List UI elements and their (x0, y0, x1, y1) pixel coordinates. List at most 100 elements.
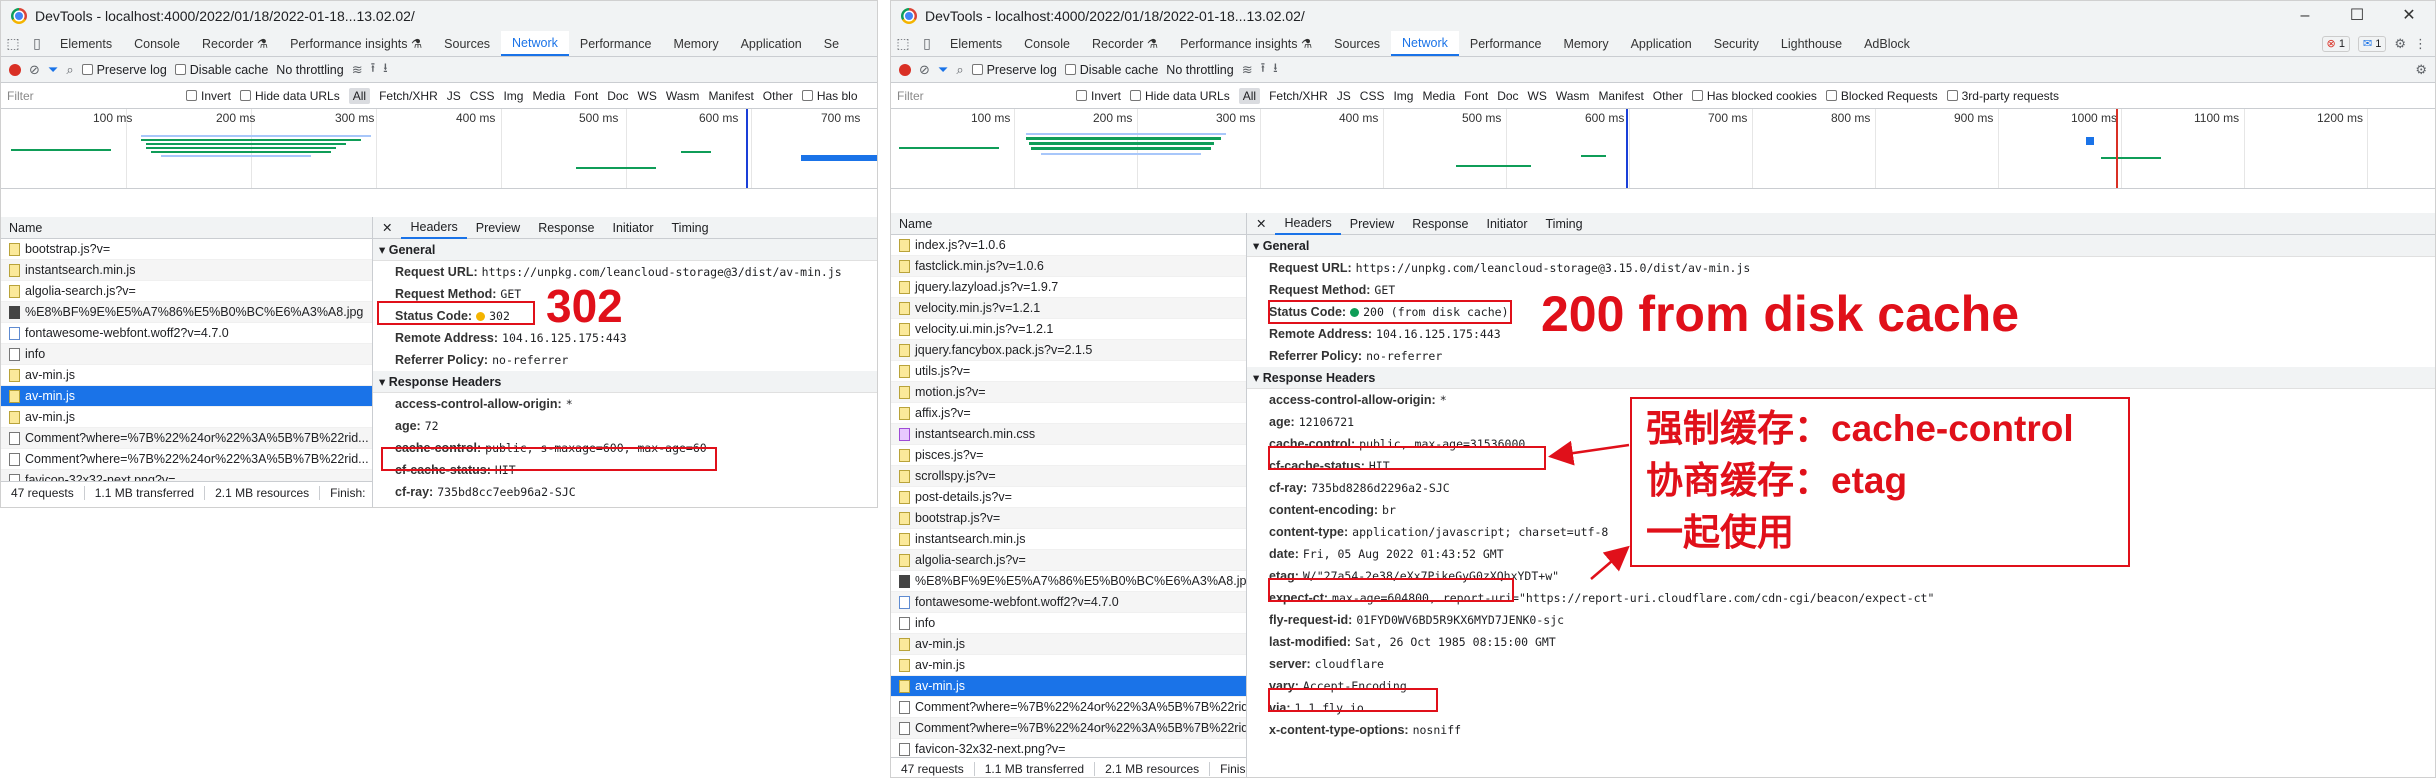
type-filter-doc[interactable]: Doc (607, 89, 628, 103)
name-column-header[interactable]: Name (891, 213, 1246, 235)
hide-data-urls-checkbox[interactable]: Hide data URLs (1130, 89, 1230, 103)
has-blocked-checkbox[interactable]: Has blo (801, 89, 858, 103)
tab-preview[interactable]: Preview (467, 217, 529, 239)
request-row[interactable]: utils.js?v= (891, 361, 1246, 382)
request-row[interactable]: info (891, 613, 1246, 634)
export-icon[interactable]: ⭳ (1273, 59, 1278, 81)
tab-performance-insights[interactable]: Performance insights ⚗ (1169, 31, 1323, 56)
tab-performance[interactable]: Performance (1459, 31, 1553, 56)
request-row[interactable]: av-min.js (891, 676, 1246, 697)
request-row[interactable]: av-min.js (1, 386, 372, 407)
type-filter-img[interactable]: Img (1393, 89, 1413, 103)
inspect-icon[interactable]: ⬚ (891, 31, 915, 56)
request-row[interactable]: algolia-search.js?v= (1, 281, 372, 302)
tab-timing[interactable]: Timing (663, 217, 718, 239)
request-row[interactable]: velocity.min.js?v=1.2.1 (891, 298, 1246, 319)
blocked-requests-checkbox[interactable]: Blocked Requests (1825, 89, 1938, 103)
tab-elements[interactable]: Elements (49, 31, 123, 56)
request-row[interactable]: Comment?where=%7B%22%24or%22%3A%5B%7B%22… (1, 449, 372, 470)
tab-security[interactable]: Security (1703, 31, 1770, 56)
invert-checkbox[interactable]: Invert (1076, 89, 1121, 103)
third-party-checkbox[interactable]: 3rd-party requests (1946, 89, 2059, 103)
tab-initiator[interactable]: Initiator (604, 217, 663, 239)
request-row[interactable]: scrollspy.js?v= (891, 466, 1246, 487)
request-row[interactable]: Comment?where=%7B%22%24or%22%3A%5B%7B%22… (891, 697, 1246, 718)
type-filter-media[interactable]: Media (532, 89, 565, 103)
request-row[interactable]: jquery.lazyload.js?v=1.9.7 (891, 277, 1246, 298)
response-headers-section[interactable]: ▾ Response Headers (1247, 367, 2435, 389)
type-filter-all[interactable]: All (348, 87, 371, 104)
preserve-log-checkbox[interactable]: Preserve log (81, 63, 167, 77)
tab-timing[interactable]: Timing (1537, 213, 1592, 235)
wifi-icon[interactable]: ≋ (1242, 62, 1253, 78)
tab-response[interactable]: Response (1403, 213, 1477, 235)
type-filter-css[interactable]: CSS (470, 89, 495, 103)
network-settings-icon[interactable]: ⚙ (2415, 62, 2427, 78)
request-row[interactable]: instantsearch.min.js (1, 260, 372, 281)
import-icon[interactable]: ⭱ (371, 59, 376, 81)
wifi-icon[interactable]: ≋ (352, 62, 363, 78)
request-row[interactable]: Comment?where=%7B%22%24or%22%3A%5B%7B%22… (1, 428, 372, 449)
tab-adblock[interactable]: AdBlock (1853, 31, 1921, 56)
tab-sources[interactable]: Sources (1323, 31, 1391, 56)
throttling-select[interactable]: No throttling (276, 63, 343, 77)
type-filter-other[interactable]: Other (763, 89, 793, 103)
request-row[interactable]: bootstrap.js?v= (891, 508, 1246, 529)
type-filter-media[interactable]: Media (1422, 89, 1455, 103)
blocked-cookies-checkbox[interactable]: Has blocked cookies (1691, 89, 1817, 103)
tab-recorder[interactable]: Recorder ⚗ (1081, 31, 1169, 56)
export-icon[interactable]: ⭳ (383, 59, 388, 81)
tab-network[interactable]: Network (501, 31, 569, 56)
search-icon[interactable]: ⌕ (956, 62, 963, 78)
filter-icon[interactable]: ⏷ (48, 62, 58, 78)
type-filter-doc[interactable]: Doc (1497, 89, 1518, 103)
tab-response[interactable]: Response (529, 217, 603, 239)
request-row[interactable]: %E8%BF%9E%E5%A7%86%E5%B0%BC%E6%A3%A8.jpg (891, 571, 1246, 592)
minimize-icon[interactable]: – (2279, 1, 2331, 31)
message-badge[interactable]: ✉ 1 (2357, 35, 2387, 52)
tab-console[interactable]: Console (123, 31, 191, 56)
tab-performance[interactable]: Performance (569, 31, 663, 56)
record-icon[interactable] (9, 63, 21, 76)
tab-memory[interactable]: Memory (662, 31, 729, 56)
type-filter-font[interactable]: Font (1464, 89, 1488, 103)
timeline-overview[interactable]: 100 ms 200 ms 300 ms 400 ms 500 ms 600 m… (1, 109, 877, 189)
tab-network[interactable]: Network (1391, 31, 1459, 56)
type-filter-js[interactable]: JS (1337, 89, 1351, 103)
general-section[interactable]: ▾ General (373, 239, 877, 261)
timeline-overview[interactable]: 100 ms 200 ms 300 ms 400 ms 500 ms 600 m… (891, 109, 2435, 189)
request-row[interactable]: velocity.ui.min.js?v=1.2.1 (891, 319, 1246, 340)
search-icon[interactable]: ⌕ (66, 62, 73, 78)
request-row[interactable]: algolia-search.js?v= (891, 550, 1246, 571)
clear-icon[interactable]: ⊘ (919, 62, 930, 78)
type-filter-img[interactable]: Img (503, 89, 523, 103)
invert-checkbox[interactable]: Invert (186, 89, 231, 103)
settings-gear-icon[interactable]: ⚙ (2394, 36, 2406, 52)
disable-cache-checkbox[interactable]: Disable cache (174, 63, 268, 77)
request-row[interactable]: Comment?where=%7B%22%24or%22%3A%5B%7B%22… (891, 718, 1246, 739)
close-icon[interactable]: ✕ (373, 217, 401, 239)
type-filter-xhr[interactable]: Fetch/XHR (1269, 89, 1328, 103)
record-icon[interactable] (899, 63, 911, 76)
request-row[interactable]: post-details.js?v= (891, 487, 1246, 508)
request-row[interactable]: pisces.js?v= (891, 445, 1246, 466)
type-filter-ws[interactable]: WS (638, 89, 657, 103)
close-icon[interactable]: ✕ (1247, 213, 1275, 235)
tab-lighthouse[interactable]: Lighthouse (1770, 31, 1853, 56)
maximize-icon[interactable]: ☐ (2331, 1, 2383, 31)
type-filter-manifest[interactable]: Manifest (1598, 89, 1643, 103)
type-filter-wasm[interactable]: Wasm (666, 89, 700, 103)
request-row[interactable]: %E8%BF%9E%E5%A7%86%E5%B0%BC%E6%A3%A8.jpg (1, 302, 372, 323)
type-filter-other[interactable]: Other (1653, 89, 1683, 103)
tab-recorder[interactable]: Recorder ⚗ (191, 31, 279, 56)
throttling-select[interactable]: No throttling (1166, 63, 1233, 77)
request-row[interactable]: fontawesome-webfont.woff2?v=4.7.0 (891, 592, 1246, 613)
tab-security[interactable]: Se (813, 31, 850, 56)
device-toggle-icon[interactable]: ▯ (915, 31, 939, 56)
tab-headers[interactable]: Headers (401, 217, 467, 239)
type-filter-wasm[interactable]: Wasm (1556, 89, 1590, 103)
request-row[interactable]: motion.js?v= (891, 382, 1246, 403)
general-section[interactable]: ▾ General (1247, 235, 2435, 257)
type-filter-ws[interactable]: WS (1528, 89, 1547, 103)
request-row[interactable]: av-min.js (891, 655, 1246, 676)
